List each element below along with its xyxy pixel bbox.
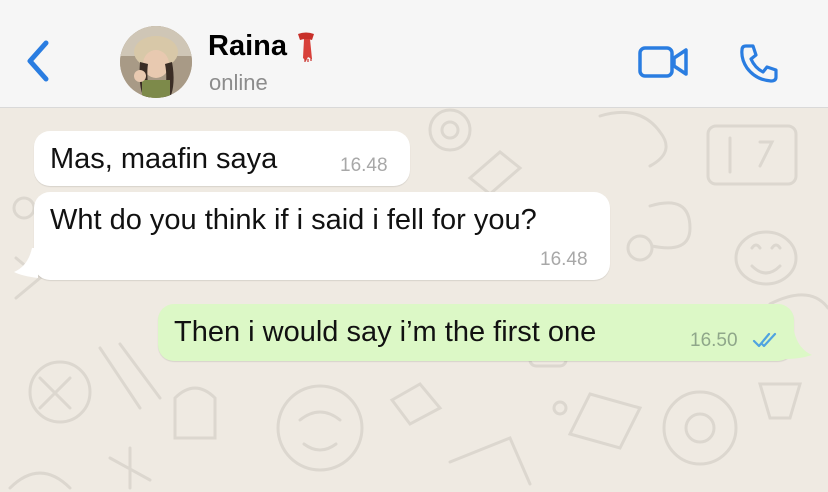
- message-time: 16.48: [540, 249, 588, 270]
- back-button[interactable]: [18, 38, 58, 84]
- avatar[interactable]: [120, 26, 192, 98]
- chat-area[interactable]: Mas, maafin saya 16.48 Wht do you think …: [0, 108, 828, 492]
- chevron-left-icon: [27, 40, 49, 82]
- message-bubble-incoming[interactable]: Wht do you think if i said i fell for yo…: [34, 192, 610, 280]
- video-call-button[interactable]: [636, 42, 692, 82]
- message-text: Then i would say i’m the first one: [174, 316, 597, 348]
- message-text: Wht do you think if i said i fell for yo…: [50, 204, 537, 236]
- chat-header: Raina online: [0, 0, 828, 108]
- scarf-icon: [297, 32, 314, 62]
- contact-name-text: Raina: [208, 30, 287, 62]
- bubble-tail-outgoing: [786, 331, 812, 359]
- voice-call-button[interactable]: [736, 40, 782, 86]
- message-time: 16.50: [690, 330, 738, 351]
- contact-name[interactable]: Raina: [208, 30, 317, 63]
- video-camera-icon: [638, 46, 688, 78]
- double-check-icon: [752, 332, 777, 348]
- message-bubble-incoming[interactable]: Mas, maafin saya 16.48: [34, 131, 410, 186]
- bubble-tail-incoming: [14, 248, 38, 278]
- profile-photo: [120, 26, 192, 98]
- message-bubble-outgoing[interactable]: Then i would say i’m the first one 16.50: [158, 304, 794, 361]
- message-text: Mas, maafin saya: [50, 143, 278, 175]
- phone-icon: [740, 44, 778, 83]
- contact-status: online: [209, 70, 268, 95]
- message-time: 16.48: [340, 155, 388, 176]
